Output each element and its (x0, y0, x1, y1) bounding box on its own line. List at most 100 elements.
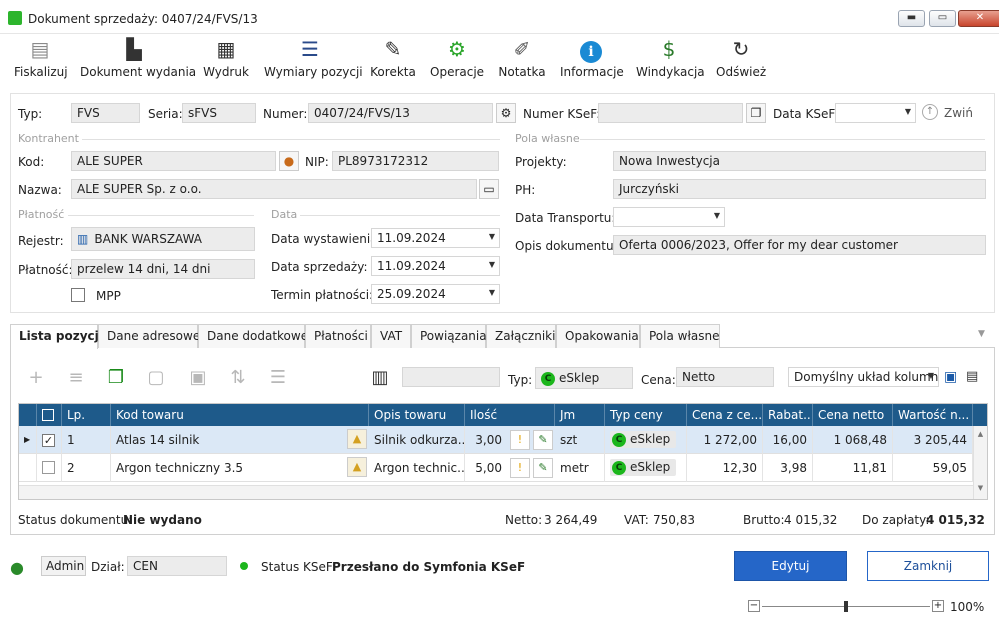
zoom-in-button[interactable]: + (932, 600, 944, 612)
zwin-link[interactable]: Zwiń (944, 106, 973, 120)
tab-platnosci[interactable]: Płatności (305, 324, 371, 348)
tab-lista-pozycji[interactable]: Lista pozycji (10, 324, 103, 349)
barcode-input[interactable] (402, 367, 500, 387)
tab-pola-wlasne[interactable]: Pola własne (640, 324, 720, 348)
grid-hscrollbar[interactable] (19, 485, 973, 499)
kod-field[interactable]: ALE SUPER (71, 151, 276, 171)
seria-field[interactable]: sFVS (182, 103, 256, 123)
paste-position-icon[interactable]: ▢ (144, 367, 168, 389)
col-jm[interactable]: Jm (555, 404, 605, 426)
data-ksef-dropdown[interactable]: ▼ (835, 103, 916, 123)
tab-dane-adresowe[interactable]: Dane adresowe (98, 324, 200, 348)
wydruk-button[interactable]: ▦ Wydruk (202, 34, 250, 84)
col-ilosc[interactable]: Ilość (465, 404, 555, 426)
numer-ksef-field[interactable] (598, 103, 743, 123)
nip-field[interactable]: PL8973172312 (332, 151, 499, 171)
odswiez-button[interactable]: ↻ Odśwież (716, 34, 766, 84)
chevron-down-icon: ▼ (488, 260, 495, 269)
notatka-button[interactable]: ✐ Notatka (498, 34, 546, 84)
tab-dane-dodatkowe[interactable]: Dane dodatkowe (198, 324, 308, 348)
tabs-chevron-icon[interactable]: ▼ (978, 329, 985, 339)
termin-platnosci-picker[interactable]: 25.09.2024 ▼ (371, 284, 500, 304)
table-row[interactable]: ▶ ✓ 1 Atlas 14 silnik ▲ Silnik odkurza..… (19, 426, 973, 454)
cell-typ-ceny: CeSklep (605, 454, 687, 482)
data-sprzedazy-picker[interactable]: 11.09.2024 ▼ (371, 256, 500, 276)
tab-vat[interactable]: VAT (371, 324, 411, 348)
warning-icon[interactable]: ! (510, 458, 530, 478)
zamknij-button[interactable]: Zamknij (867, 551, 989, 581)
mpp-checkbox[interactable] (71, 288, 85, 302)
korekta-button[interactable]: ✎ Korekta (370, 34, 416, 84)
sort-arrows-icon[interactable]: ⇅ (226, 367, 250, 389)
nazwa-field[interactable]: ALE SUPER Sp. z o.o. (71, 179, 477, 199)
grid-scrollbar[interactable]: ▲ ▼ (973, 426, 987, 499)
filter-typ-field[interactable]: CeSklep (535, 367, 633, 389)
col-opis-towaru[interactable]: Opis towaru (369, 404, 465, 426)
opis-field[interactable]: Oferta 0006/2023, Offer for my dear cust… (613, 235, 986, 255)
edit-quantity-icon[interactable]: ✎ (533, 458, 553, 478)
ph-field[interactable]: Jurczyński (613, 179, 986, 199)
scroll-up-icon[interactable]: ▲ (974, 430, 987, 438)
close-window-button[interactable]: ✕ (958, 10, 999, 27)
delete-position-icon[interactable]: ▣ (186, 367, 210, 389)
row-checkbox[interactable]: ✓ (37, 426, 62, 454)
typ-field[interactable]: FVS (71, 103, 140, 123)
windykacja-button[interactable]: $ Windykacja (636, 34, 705, 84)
dokument-wydania-button[interactable]: ▙ Dokument wydania (80, 34, 196, 84)
edit-quantity-icon[interactable]: ✎ (533, 430, 553, 450)
tab-opakowania[interactable]: Opakowania (556, 324, 640, 348)
add-position-icon[interactable]: + (24, 367, 48, 389)
edytuj-button[interactable]: Edytuj (734, 551, 847, 581)
dzial-field[interactable]: CEN (127, 556, 227, 576)
tab-powiazania[interactable]: Powiązania (411, 324, 487, 348)
contractor-card-button[interactable]: ▭ (479, 179, 499, 199)
col-wartosc-netto[interactable]: Wartość n... (893, 404, 973, 426)
col-cena-z-cennika[interactable]: Cena z ce... (687, 404, 763, 426)
zoom-slider-thumb[interactable] (844, 601, 848, 612)
product-stock-icon[interactable]: ▲ (347, 429, 367, 449)
product-stock-icon[interactable]: ▲ (347, 457, 367, 477)
user-field[interactable]: Admin (41, 556, 86, 576)
table-row[interactable]: 2 Argon techniczny 3.5 ▲ Argon technic..… (19, 454, 973, 482)
platnosc-field[interactable]: przelew 14 dni, 14 dni (71, 259, 255, 279)
maximize-button[interactable]: ▭ (929, 10, 956, 27)
fiskalizuj-button[interactable]: ▤ Fiskalizuj (14, 34, 68, 84)
warning-icon[interactable]: ! (510, 430, 530, 450)
col-lp[interactable]: Lp. (62, 404, 111, 426)
split-rows-icon[interactable]: ☰ (266, 367, 290, 389)
copy-ksef-button[interactable]: ❐ (746, 103, 766, 123)
grid-select-all[interactable] (37, 404, 62, 426)
wymiary-pozycji-button[interactable]: ☰ Wymiary pozycji (264, 34, 363, 84)
rejestr-field[interactable]: ▥ BANK WARSZAWA (71, 227, 255, 251)
zoom-out-button[interactable]: − (748, 600, 760, 612)
col-typ-ceny[interactable]: Typ ceny (605, 404, 687, 426)
barcode-scan-icon[interactable]: ▥ (368, 367, 392, 389)
cell-opis: Argon technic... (369, 454, 465, 482)
delete-layout-icon[interactable]: ▤ (966, 369, 978, 384)
operacje-button[interactable]: ⚙ Operacje (430, 34, 484, 84)
numer-field[interactable]: 0407/24/FVS/13 (308, 103, 493, 123)
save-layout-icon[interactable]: ▣ (944, 369, 957, 385)
projekty-field[interactable]: Nowa Inwestycja (613, 151, 986, 171)
pola-wlasne-group-label: Pola własne (515, 132, 580, 145)
add-list-icon[interactable]: ≡ (64, 367, 88, 389)
col-kod-towaru[interactable]: Kod towaru (111, 404, 369, 426)
numer-settings-button[interactable]: ⚙ (496, 103, 516, 123)
filter-cena-field[interactable]: Netto (676, 367, 774, 387)
scroll-down-icon[interactable]: ▼ (974, 484, 987, 492)
tab-zalaczniki[interactable]: Załączniki (486, 324, 556, 348)
data-wystawienia-picker[interactable]: 11.09.2024 ▼ (371, 228, 500, 248)
contractor-picker-button[interactable]: ● (279, 151, 299, 171)
transport-dropdown[interactable]: ▼ (613, 207, 725, 227)
copy-position-icon[interactable]: ❐ (104, 367, 128, 389)
collapse-up-icon[interactable]: ↑ (922, 104, 938, 120)
col-cena-netto[interactable]: Cena netto (813, 404, 893, 426)
row-checkbox[interactable] (37, 454, 62, 482)
layout-dropdown[interactable]: Domyślny układ kolumn ▼ (788, 367, 939, 387)
chevron-down-icon: ▼ (904, 107, 911, 116)
minimize-button[interactable]: ▬ (898, 10, 925, 27)
cell-lp: 1 (62, 426, 111, 454)
dzial-label: Dział: (91, 560, 125, 574)
col-rabat[interactable]: Rabat... (763, 404, 813, 426)
informacje-button[interactable]: i Informacje (560, 34, 624, 84)
